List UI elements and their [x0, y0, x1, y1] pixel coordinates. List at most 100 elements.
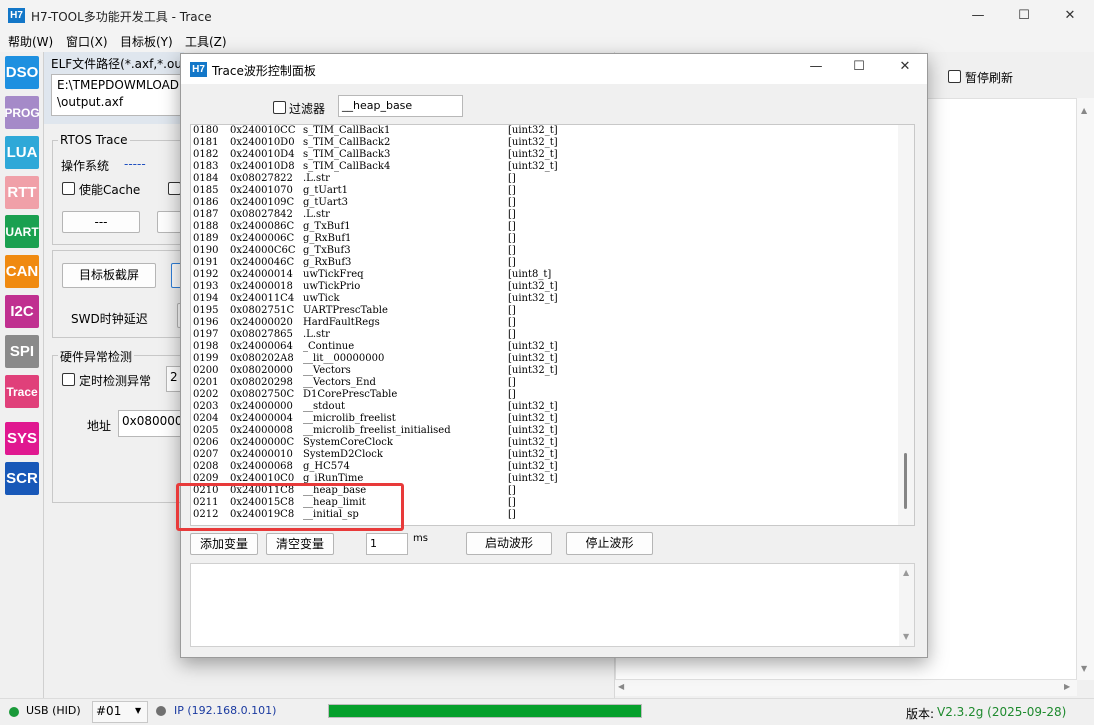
dialog-logo: H7 — [190, 62, 207, 77]
scroll-right-icon[interactable]: ▶ — [1064, 682, 1070, 691]
dialog-minimize-button[interactable]: — — [801, 59, 831, 74]
row-symbol: s_TIM_CallBack4 — [303, 161, 391, 172]
row-type: [uint32_t] — [508, 461, 558, 472]
log-textarea[interactable]: ▲ ▼ — [190, 563, 915, 647]
dialog-close-icon: ✕ — [899, 59, 911, 74]
row-symbol: g_TxBuf1 — [303, 221, 351, 232]
list-vscrollbar[interactable] — [898, 125, 914, 525]
row-address: 0x24000010 — [230, 449, 293, 460]
sidebar-button-uart[interactable]: UART — [5, 215, 39, 248]
row-index: 0186 — [193, 197, 219, 208]
clear-variables-button[interactable]: 清空变量 — [266, 533, 334, 555]
version-label: 版本: — [906, 707, 935, 721]
row-address: 0x24000000 — [230, 401, 293, 412]
row-address: 0x08027865 — [230, 329, 293, 340]
row-type: [] — [508, 197, 516, 208]
screenshot-button[interactable]: 目标板截屏 — [62, 263, 156, 288]
row-type: [uint32_t] — [508, 149, 558, 160]
row-symbol: g_tUart1 — [303, 185, 348, 196]
interval-input[interactable]: 1 — [366, 533, 408, 555]
row-address: 0x2400006C — [230, 233, 295, 244]
row-index: 0204 — [193, 413, 219, 424]
row-index: 0188 — [193, 221, 219, 232]
filter-checkbox[interactable] — [273, 101, 286, 117]
timer-checkbox[interactable] — [62, 373, 75, 389]
row-symbol: g_RxBuf3 — [303, 257, 352, 268]
stop-wave-button[interactable]: 停止波形 — [566, 532, 653, 555]
row-type: [uint8_t] — [508, 269, 552, 280]
sidebar-button-rtt[interactable]: RTT — [5, 176, 39, 209]
cache-check-icon — [62, 182, 75, 195]
row-type: [uint32_t] — [508, 413, 558, 424]
row-index: 0183 — [193, 161, 219, 172]
row-type: [] — [508, 509, 516, 520]
row-symbol: s_TIM_CallBack1 — [303, 125, 391, 136]
elf-path-line2: \output.axf — [57, 95, 124, 109]
row-address: 0x24000014 — [230, 269, 293, 280]
sidebar-button-sys[interactable]: SYS — [5, 422, 39, 455]
cache-checkbox[interactable] — [62, 182, 75, 198]
log-scroll-down-icon[interactable]: ▼ — [903, 632, 909, 641]
dash-button[interactable]: --- — [62, 211, 140, 233]
device-select[interactable]: #01 ▼ — [92, 701, 148, 723]
app-logo: H7 — [8, 8, 25, 23]
row-symbol: __Vectors_End — [303, 377, 376, 388]
row-symbol: g_RxBuf1 — [303, 233, 352, 244]
scroll-left-icon[interactable]: ◀ — [618, 682, 624, 691]
pause-check-icon — [948, 70, 961, 83]
scroll-down-icon[interactable]: ▼ — [1081, 664, 1087, 673]
menu-tools[interactable]: 工具(Z) — [185, 33, 227, 50]
interval-value: 1 — [370, 537, 377, 550]
chart-vscrollbar[interactable]: ▲ ▼ — [1077, 98, 1094, 680]
sidebar-button-trace[interactable]: Trace — [5, 375, 39, 408]
elf-path-field[interactable]: E:\TMEPDOWMLOAD \output.axf — [51, 74, 184, 116]
row-symbol: __Vectors — [303, 365, 351, 376]
sidebar: DSO PROG LUA RTT UART CAN I2C SPI Trace SYS SCR — [0, 52, 44, 698]
symbol-list[interactable]: 0180 0x240010CC s_TIM_CallBack1 [uint32_t] 0… — [190, 124, 915, 526]
interval-unit: ms — [413, 533, 428, 544]
row-type: [] — [508, 377, 516, 388]
add-variable-button[interactable]: 添加变量 — [190, 533, 258, 555]
dialog-close-button[interactable]: ✕ — [890, 59, 920, 74]
list-scroll-thumb[interactable] — [904, 453, 907, 509]
row-index: 0191 — [193, 257, 219, 268]
row-address: 0x24000064 — [230, 341, 293, 352]
maximize-button[interactable]: ☐ — [1001, 0, 1047, 31]
menu-target[interactable]: 目标板(Y) — [120, 33, 173, 50]
row-index: 0190 — [193, 245, 219, 256]
sidebar-button-dso[interactable]: DSO — [5, 56, 39, 89]
sidebar-button-spi[interactable]: SPI — [5, 335, 39, 368]
pause-refresh-checkbox[interactable] — [948, 70, 961, 86]
row-type: [uint32_t] — [508, 353, 558, 364]
version-value: V2.3.2g (2025-09-28) — [937, 705, 1067, 719]
dialog-maximize-icon: ☐ — [853, 59, 865, 74]
menu-help[interactable]: 帮助(W) — [8, 33, 53, 50]
log-vscrollbar[interactable]: ▲ ▼ — [899, 564, 914, 646]
log-scroll-up-icon[interactable]: ▲ — [903, 568, 909, 577]
maximize-icon: ☐ — [1018, 8, 1030, 23]
row-address: 0x0802750C — [230, 389, 295, 400]
scroll-up-icon[interactable]: ▲ — [1081, 106, 1087, 115]
left-panel: ELF文件路径(*.axf,*.out E:\TMEPDOWMLOAD \out… — [44, 52, 192, 698]
chart-hscrollbar[interactable]: ◀ ▶ — [615, 680, 1077, 696]
highlight-box — [176, 483, 404, 531]
sidebar-button-lua[interactable]: LUA — [5, 136, 39, 169]
minimize-button[interactable]: — — [955, 0, 1001, 31]
sidebar-button-i2c[interactable]: I2C — [5, 295, 39, 328]
row-address: 0x240010D8 — [230, 161, 295, 172]
row-symbol: __stdout — [303, 401, 346, 412]
row-type: [] — [508, 257, 516, 268]
device-value: #01 — [96, 704, 122, 718]
addr-field[interactable]: 0x0800000 — [118, 410, 184, 437]
row-index: 0189 — [193, 233, 219, 244]
row-symbol: s_TIM_CallBack3 — [303, 149, 391, 160]
menu-window[interactable]: 窗口(X) — [66, 33, 108, 50]
sidebar-button-scr[interactable]: SCR — [5, 462, 39, 495]
filter-input[interactable]: __heap_base — [338, 95, 463, 117]
start-wave-button[interactable]: 启动波形 — [466, 532, 552, 555]
close-button[interactable]: ✕ — [1047, 0, 1093, 31]
sidebar-button-can[interactable]: CAN — [5, 255, 39, 288]
dialog-maximize-button[interactable]: ☐ — [844, 59, 874, 74]
menu-bar: 帮助(W) 窗口(X) 目标板(Y) 工具(Z) — [0, 31, 1094, 52]
sidebar-button-prog[interactable]: PROG — [4, 96, 40, 129]
